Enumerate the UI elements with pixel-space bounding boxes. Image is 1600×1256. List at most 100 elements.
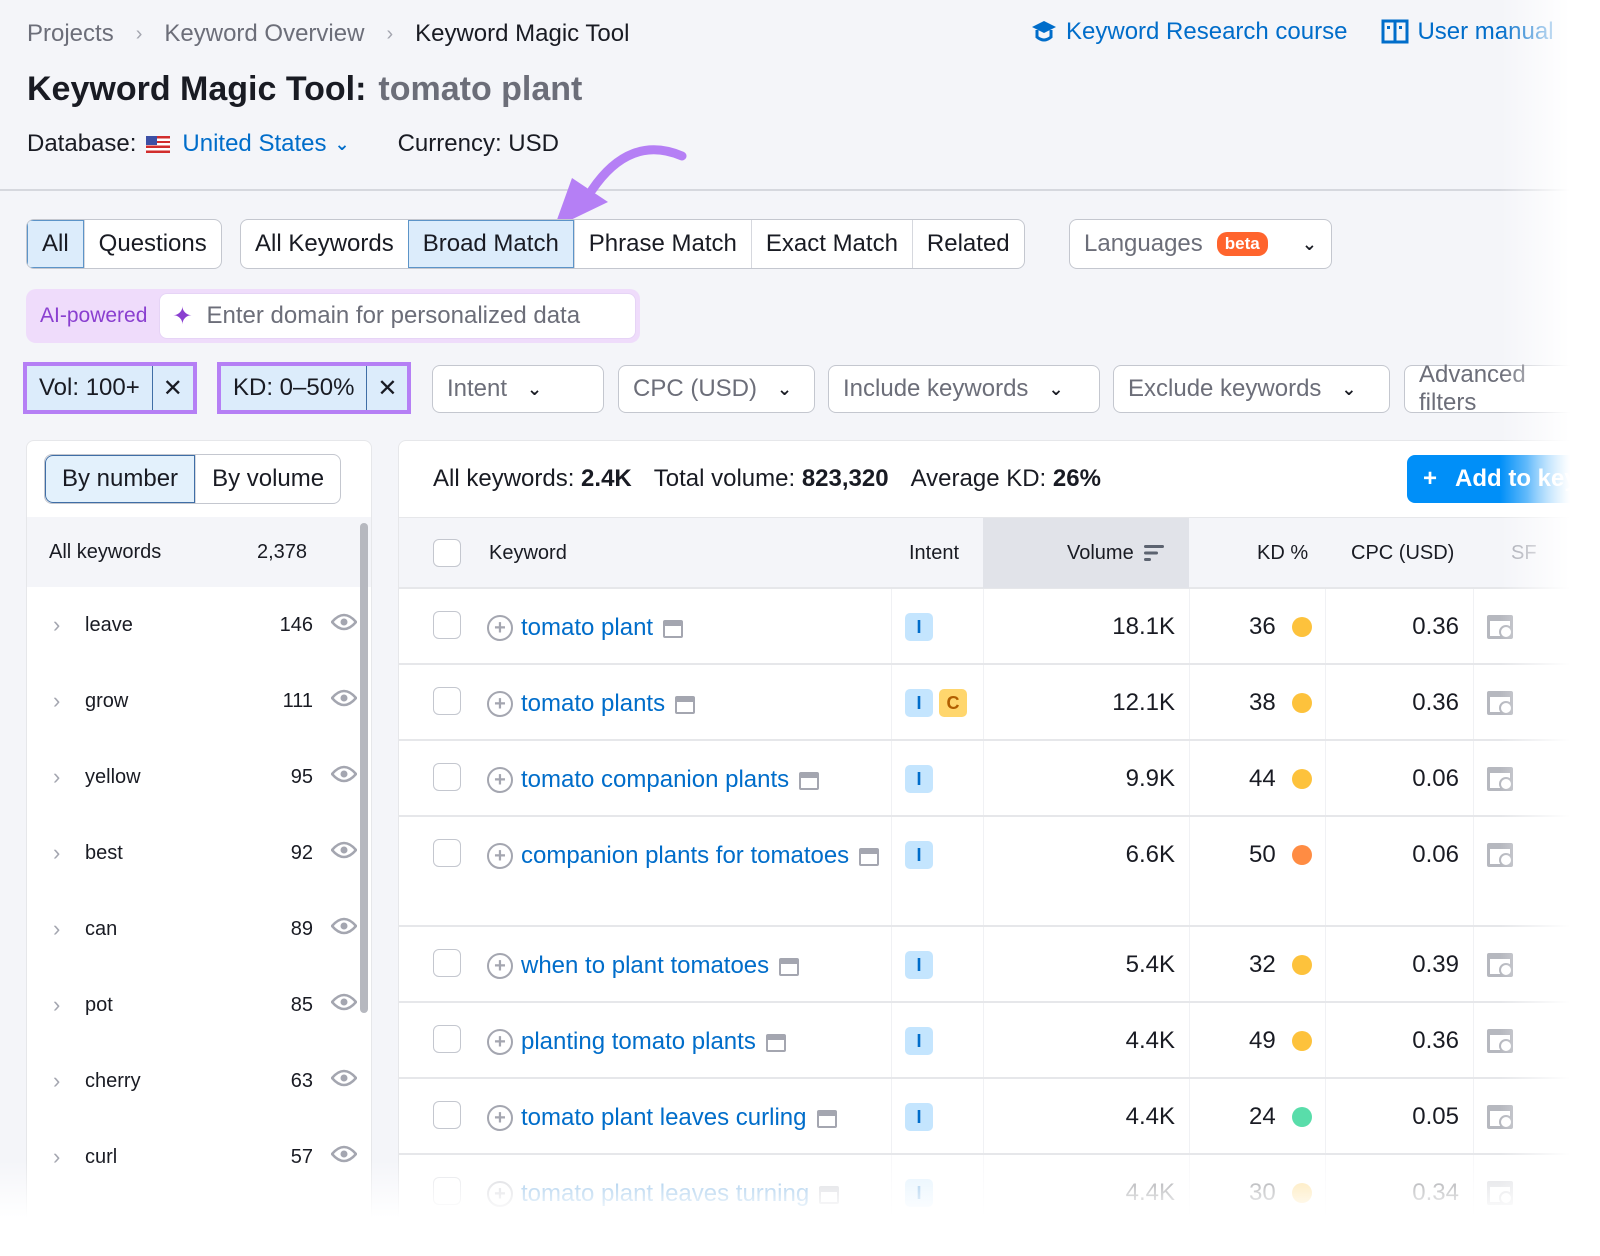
row-checkbox[interactable] (433, 1177, 461, 1205)
chevron-right-icon[interactable]: › (53, 1144, 60, 1170)
eye-icon[interactable] (331, 841, 357, 859)
chevron-right-icon[interactable]: › (53, 992, 60, 1018)
serp-features-icon[interactable] (1487, 615, 1513, 639)
eye-icon[interactable] (331, 689, 357, 707)
tab-all-keywords[interactable]: All Keywords (241, 220, 408, 268)
serp-snapshot-icon[interactable] (675, 695, 696, 714)
add-to-list-button[interactable]: + Add to keyword list (1407, 455, 1600, 503)
header-kd[interactable]: KD % (1257, 518, 1308, 588)
breadcrumb-projects[interactable]: Projects (27, 20, 114, 48)
tab-all[interactable]: All (27, 220, 84, 268)
keyword-research-course-link[interactable]: Keyword Research course (1030, 18, 1347, 46)
keyword-group-item[interactable]: › grow 111 (27, 663, 357, 739)
keyword-link[interactable]: when to plant tomatoes (521, 949, 800, 983)
serp-features-icon[interactable] (1487, 767, 1513, 791)
row-checkbox[interactable] (433, 611, 461, 639)
keyword-group-item[interactable]: › leave 146 (27, 587, 357, 663)
add-plus-icon[interactable]: + (487, 1105, 513, 1131)
eye-icon[interactable] (331, 613, 357, 631)
database-selector[interactable]: United States ⌄ (146, 130, 350, 158)
serp-snapshot-icon[interactable] (663, 619, 684, 638)
select-all-checkbox[interactable] (433, 539, 461, 567)
intent-dropdown[interactable]: Intent ⌄ (432, 365, 604, 413)
serp-features-icon[interactable] (1487, 691, 1513, 715)
chevron-right-icon[interactable]: › (53, 916, 60, 942)
row-checkbox[interactable] (433, 1025, 461, 1053)
keyword-group-item[interactable]: › can 89 (27, 891, 357, 967)
close-icon[interactable]: ✕ (153, 366, 193, 410)
by-number-button[interactable]: By number (45, 455, 196, 503)
serp-snapshot-icon[interactable] (816, 1109, 837, 1128)
keyword-group-item[interactable]: › best 92 (27, 815, 357, 891)
chevron-right-icon[interactable]: › (53, 840, 60, 866)
keyword-group-item[interactable]: › curl 57 (27, 1119, 357, 1195)
tab-exact-match[interactable]: Exact Match (750, 220, 912, 268)
chevron-right-icon[interactable]: › (53, 612, 60, 638)
include-keywords-dropdown[interactable]: Include keywords ⌄ (828, 365, 1100, 413)
advanced-filters-dropdown[interactable]: Advanced filters (1404, 361, 1600, 416)
add-plus-icon[interactable]: + (487, 953, 513, 979)
languages-dropdown[interactable]: Languages beta ⌄ (1069, 219, 1332, 269)
header-cpc[interactable]: CPC (USD) (1351, 518, 1454, 588)
eye-icon[interactable] (331, 765, 357, 783)
serp-snapshot-icon[interactable] (799, 771, 820, 790)
keyword-link[interactable]: planting tomato plants (521, 1025, 786, 1059)
add-plus-icon[interactable]: + (487, 691, 513, 717)
row-checkbox[interactable] (433, 949, 461, 977)
keyword-link[interactable]: companion plants for tomatoes (521, 839, 880, 873)
add-plus-icon[interactable]: + (487, 843, 513, 869)
serp-features-icon[interactable] (1487, 1105, 1513, 1129)
add-plus-icon[interactable]: + (487, 767, 513, 793)
tab-related[interactable]: Related (911, 220, 1024, 268)
serp-snapshot-icon[interactable] (859, 847, 880, 866)
serp-snapshot-icon[interactable] (765, 1033, 786, 1052)
chevron-right-icon[interactable]: › (53, 764, 60, 790)
column-divider (891, 1003, 892, 1077)
exclude-keywords-dropdown[interactable]: Exclude keywords ⌄ (1113, 365, 1390, 413)
keyword-link[interactable]: tomato companion plants (521, 763, 820, 797)
scrollbar[interactable] (360, 523, 368, 1013)
by-volume-button[interactable]: By volume (195, 455, 340, 503)
volume-filter-label[interactable]: Vol: 100+ (27, 366, 153, 410)
add-plus-icon[interactable]: + (487, 1029, 513, 1055)
header-volume[interactable]: Volume (1067, 518, 1166, 588)
keyword-group-item[interactable]: › yellow 95 (27, 739, 357, 815)
row-checkbox[interactable] (433, 1101, 461, 1129)
tab-broad-match[interactable]: Broad Match (407, 220, 574, 268)
eye-icon[interactable] (331, 993, 357, 1011)
breadcrumb-keyword-overview[interactable]: Keyword Overview (164, 20, 364, 48)
keyword-group-item[interactable]: › pot 85 (27, 967, 357, 1043)
all-keywords-group[interactable]: All keywords 2,378 (27, 517, 371, 587)
serp-features-icon[interactable] (1487, 953, 1513, 977)
keyword-group-item[interactable]: › cherry 63 (27, 1043, 357, 1119)
keyword-link[interactable]: tomato plant (521, 611, 684, 645)
cpc-dropdown[interactable]: CPC (USD) ⌄ (618, 365, 815, 413)
chevron-right-icon[interactable]: › (53, 688, 60, 714)
add-plus-icon[interactable]: + (487, 1181, 513, 1207)
domain-input[interactable]: ✦ Enter domain for personalized data (159, 293, 636, 339)
header-serp-features[interactable]: SF (1511, 518, 1537, 588)
keyword-link[interactable]: tomato plants (521, 687, 696, 721)
serp-features-icon[interactable] (1487, 1029, 1513, 1053)
keyword-link[interactable]: tomato plant leaves curling (521, 1101, 837, 1135)
eye-icon[interactable] (331, 917, 357, 935)
serp-snapshot-icon[interactable] (779, 957, 800, 976)
tab-questions[interactable]: Questions (83, 220, 221, 268)
user-manual-link[interactable]: User manual (1381, 18, 1554, 46)
row-checkbox[interactable] (433, 839, 461, 867)
chevron-right-icon[interactable]: › (53, 1068, 60, 1094)
eye-icon[interactable] (331, 1145, 357, 1163)
header-keyword[interactable]: Keyword (489, 518, 567, 588)
serp-features-icon[interactable] (1487, 843, 1513, 867)
eye-icon[interactable] (331, 1069, 357, 1087)
serp-snapshot-icon[interactable] (819, 1185, 840, 1204)
keyword-link[interactable]: tomato plant leaves turning (521, 1177, 840, 1211)
header-intent[interactable]: Intent (909, 518, 959, 588)
kd-filter-label[interactable]: KD: 0–50% (221, 366, 368, 410)
tab-phrase-match[interactable]: Phrase Match (573, 220, 751, 268)
add-plus-icon[interactable]: + (487, 615, 513, 641)
row-checkbox[interactable] (433, 763, 461, 791)
serp-features-icon[interactable] (1487, 1181, 1513, 1205)
close-icon[interactable]: ✕ (367, 366, 407, 410)
row-checkbox[interactable] (433, 687, 461, 715)
